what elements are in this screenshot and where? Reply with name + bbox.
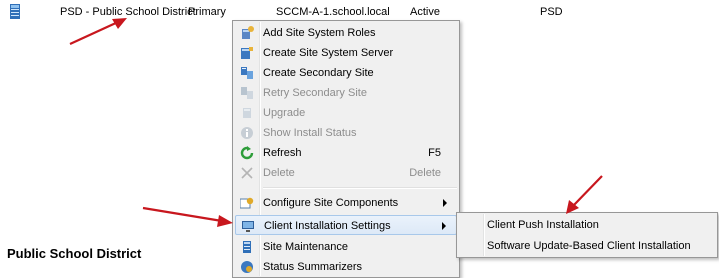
menu-item-add-site-system-roles[interactable]: Add Site System Roles — [235, 23, 457, 43]
annotation-arrow-client-push — [566, 175, 603, 214]
menu-item-create-site-system-server[interactable]: Create Site System Server — [235, 43, 457, 63]
menu-item-status-summarizers[interactable]: Status Summarizers — [235, 257, 457, 277]
annotation-arrow-client-install — [142, 206, 233, 227]
site-type-cell: Primary — [188, 6, 226, 18]
configure-icon — [240, 197, 254, 209]
menu-item-configure-site-components[interactable]: Configure Site Components — [235, 193, 457, 213]
submenu-item-software-update-based-installation[interactable]: Software Update-Based Client Installatio… — [459, 236, 715, 256]
menu-item-site-maintenance[interactable]: Site Maintenance — [235, 237, 457, 257]
submenu-arrow-icon — [443, 199, 447, 207]
info-icon — [241, 127, 253, 139]
client-install-icon — [242, 221, 254, 232]
menu-item-create-secondary-site[interactable]: Create Secondary Site — [235, 63, 457, 83]
menu-item-client-installation-settings[interactable]: Client Installation Settings — [235, 215, 457, 235]
site-server-cell: SCCM-A-1.school.local — [276, 6, 390, 18]
menu-item-delete[interactable]: Delete Delete — [235, 163, 457, 183]
site-state-cell: Active — [410, 6, 440, 18]
site-server-icon — [10, 4, 20, 19]
menu-item-show-install-status[interactable]: Show Install Status — [235, 123, 457, 143]
submenu-arrow-icon — [442, 222, 446, 230]
refresh-shortcut: F5 — [428, 147, 441, 159]
details-heading: Public School District — [7, 246, 142, 261]
site-code-cell: PSD — [540, 6, 563, 18]
menu-item-upgrade[interactable]: Upgrade — [235, 103, 457, 123]
status-summarizer-icon — [241, 261, 253, 273]
refresh-icon — [240, 146, 254, 160]
delete-shortcut: Delete — [409, 167, 441, 179]
create-server-icon — [241, 47, 253, 59]
maintenance-icon — [243, 241, 251, 253]
context-menu: Add Site System Roles Create Site System… — [232, 20, 460, 278]
site-name-cell: PSD - Public School District — [60, 6, 196, 18]
delete-icon — [241, 167, 253, 179]
upgrade-icon — [243, 108, 251, 118]
secondary-site-icon — [241, 67, 253, 79]
submenu-item-client-push-installation[interactable]: Client Push Installation — [459, 215, 715, 235]
menu-item-refresh[interactable]: Refresh F5 — [235, 143, 457, 163]
menu-separator — [263, 187, 457, 189]
client-installation-submenu: Client Push Installation Software Update… — [456, 212, 718, 258]
add-roles-icon — [242, 26, 254, 39]
menu-item-retry-secondary-site[interactable]: Retry Secondary Site — [235, 83, 457, 103]
retry-icon — [241, 87, 253, 99]
